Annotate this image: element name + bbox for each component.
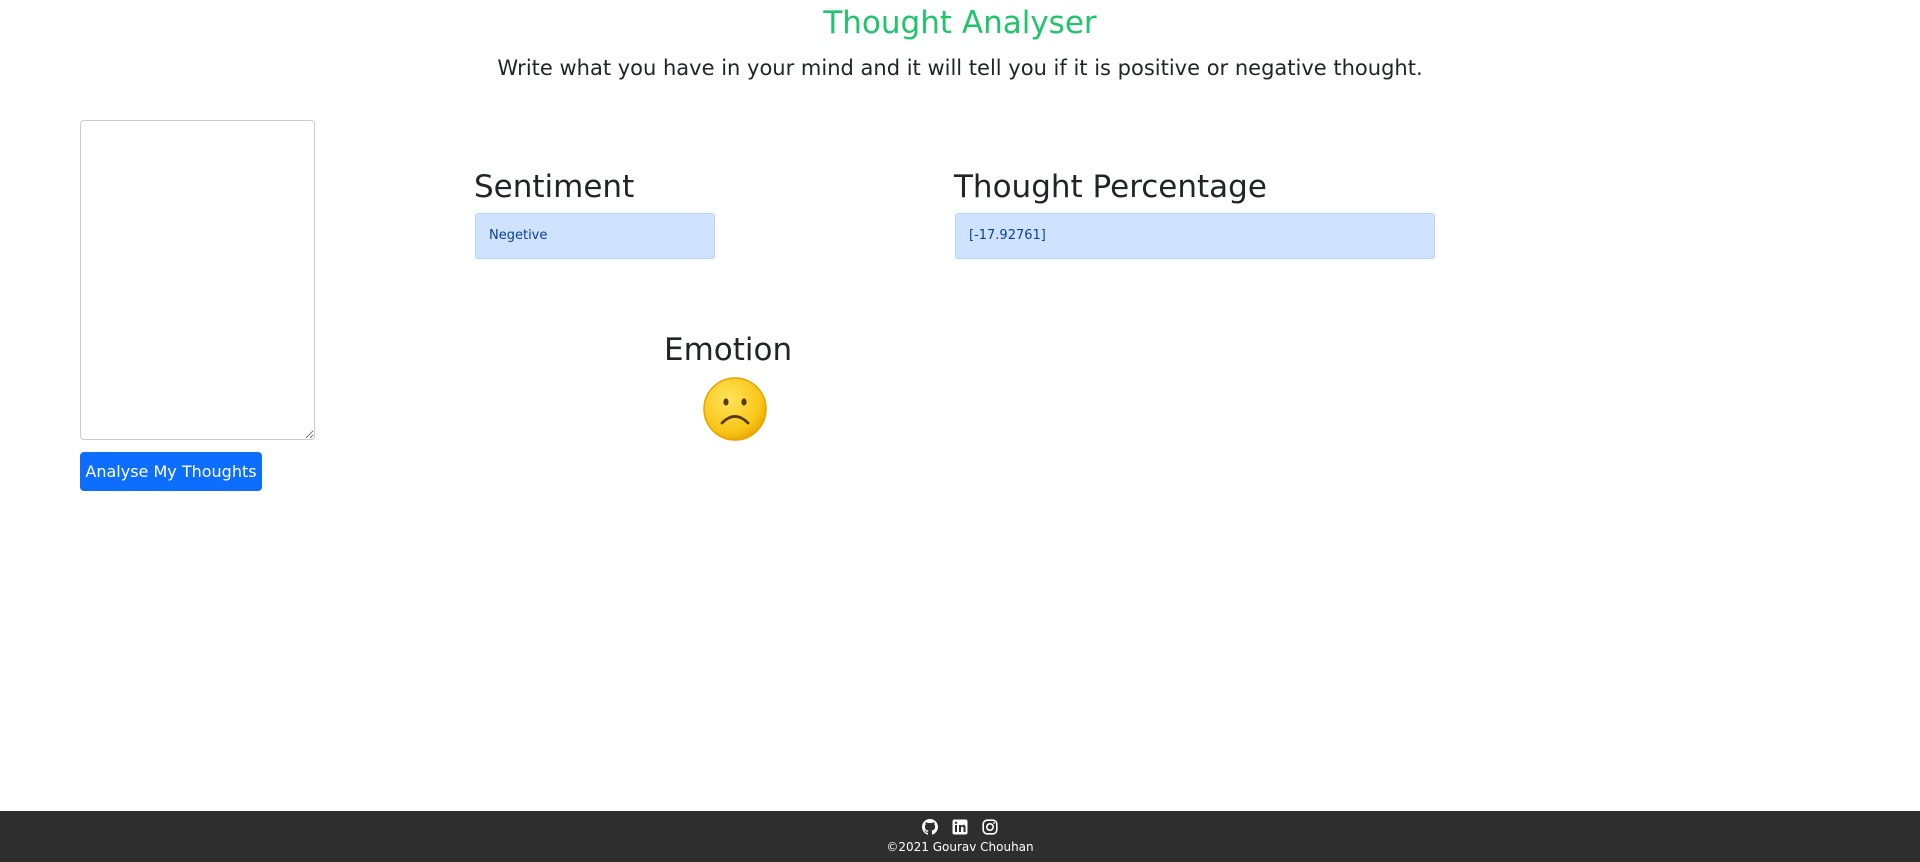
sentiment-result: Negetive [475,213,715,259]
linkedin-icon[interactable] [952,819,968,835]
copyright-text: ©2021 Gourav Chouhan [886,840,1034,854]
emotion-heading: Emotion [664,332,793,368]
sentiment-heading: Sentiment [474,169,635,205]
frowning-face-icon [702,376,768,442]
thought-textarea[interactable] [80,120,315,440]
page-title: Thought Analyser [823,5,1097,41]
instagram-icon[interactable] [982,819,998,835]
github-icon[interactable] [922,819,938,835]
analyse-button[interactable]: Analyse My Thoughts [80,452,262,491]
thought-percentage-result: [-17.92761] [955,213,1435,259]
social-links [0,819,1920,835]
thought-percentage-heading: Thought Percentage [954,169,1267,205]
page-subtitle: Write what you have in your mind and it … [497,56,1423,80]
footer: ©2021 Gourav Chouhan [0,811,1920,862]
